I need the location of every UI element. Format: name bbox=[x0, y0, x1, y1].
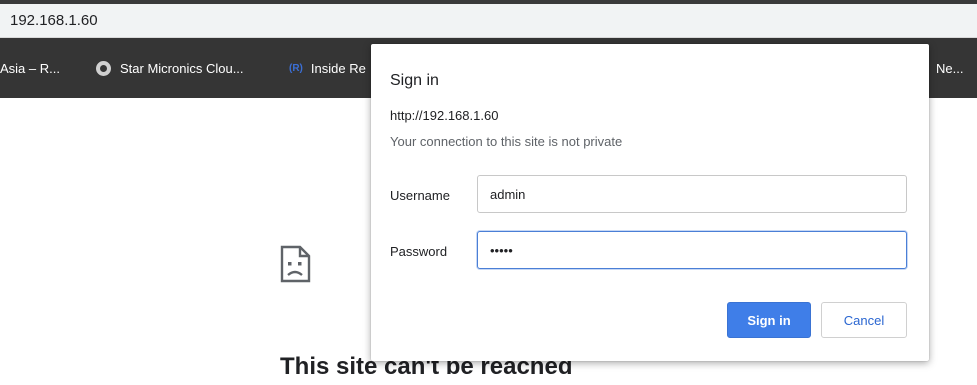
bookmark-ne[interactable]: Ne... bbox=[936, 57, 963, 79]
globe-icon bbox=[96, 60, 111, 76]
password-field[interactable] bbox=[477, 231, 907, 269]
bookmark-inside-real-estate[interactable]: (R) Inside Re bbox=[289, 57, 366, 79]
cancel-button[interactable]: Cancel bbox=[821, 302, 907, 338]
dialog-origin: http://192.168.1.60 bbox=[390, 108, 499, 123]
dialog-title: Sign in bbox=[390, 72, 439, 89]
bookmark-star-micronics[interactable]: Star Micronics Clou... bbox=[96, 57, 244, 79]
bookmark-label: Star Micronics Clou... bbox=[120, 60, 244, 76]
address-bar[interactable]: 192.168.1.60 bbox=[0, 4, 977, 38]
bookmark-label: Ne... bbox=[936, 60, 964, 76]
bookmark-label: Asia – R... bbox=[0, 60, 60, 76]
sad-document-icon bbox=[280, 245, 311, 283]
dialog-warning: Your connection to this site is not priv… bbox=[390, 134, 623, 149]
bookmark-asia[interactable]: Asia – R... bbox=[0, 57, 60, 79]
username-field[interactable] bbox=[477, 175, 907, 213]
password-label: Password bbox=[390, 244, 448, 259]
bookmark-label: Inside Re bbox=[310, 60, 366, 76]
username-label: Username bbox=[390, 188, 450, 203]
sign-in-button[interactable]: Sign in bbox=[727, 302, 811, 338]
sign-in-dialog: Sign in http://192.168.1.60 Your connect… bbox=[371, 44, 929, 361]
inside-real-estate-logo-icon: (R) bbox=[289, 62, 303, 74]
address-bar-url[interactable]: 192.168.1.60 bbox=[10, 12, 98, 29]
